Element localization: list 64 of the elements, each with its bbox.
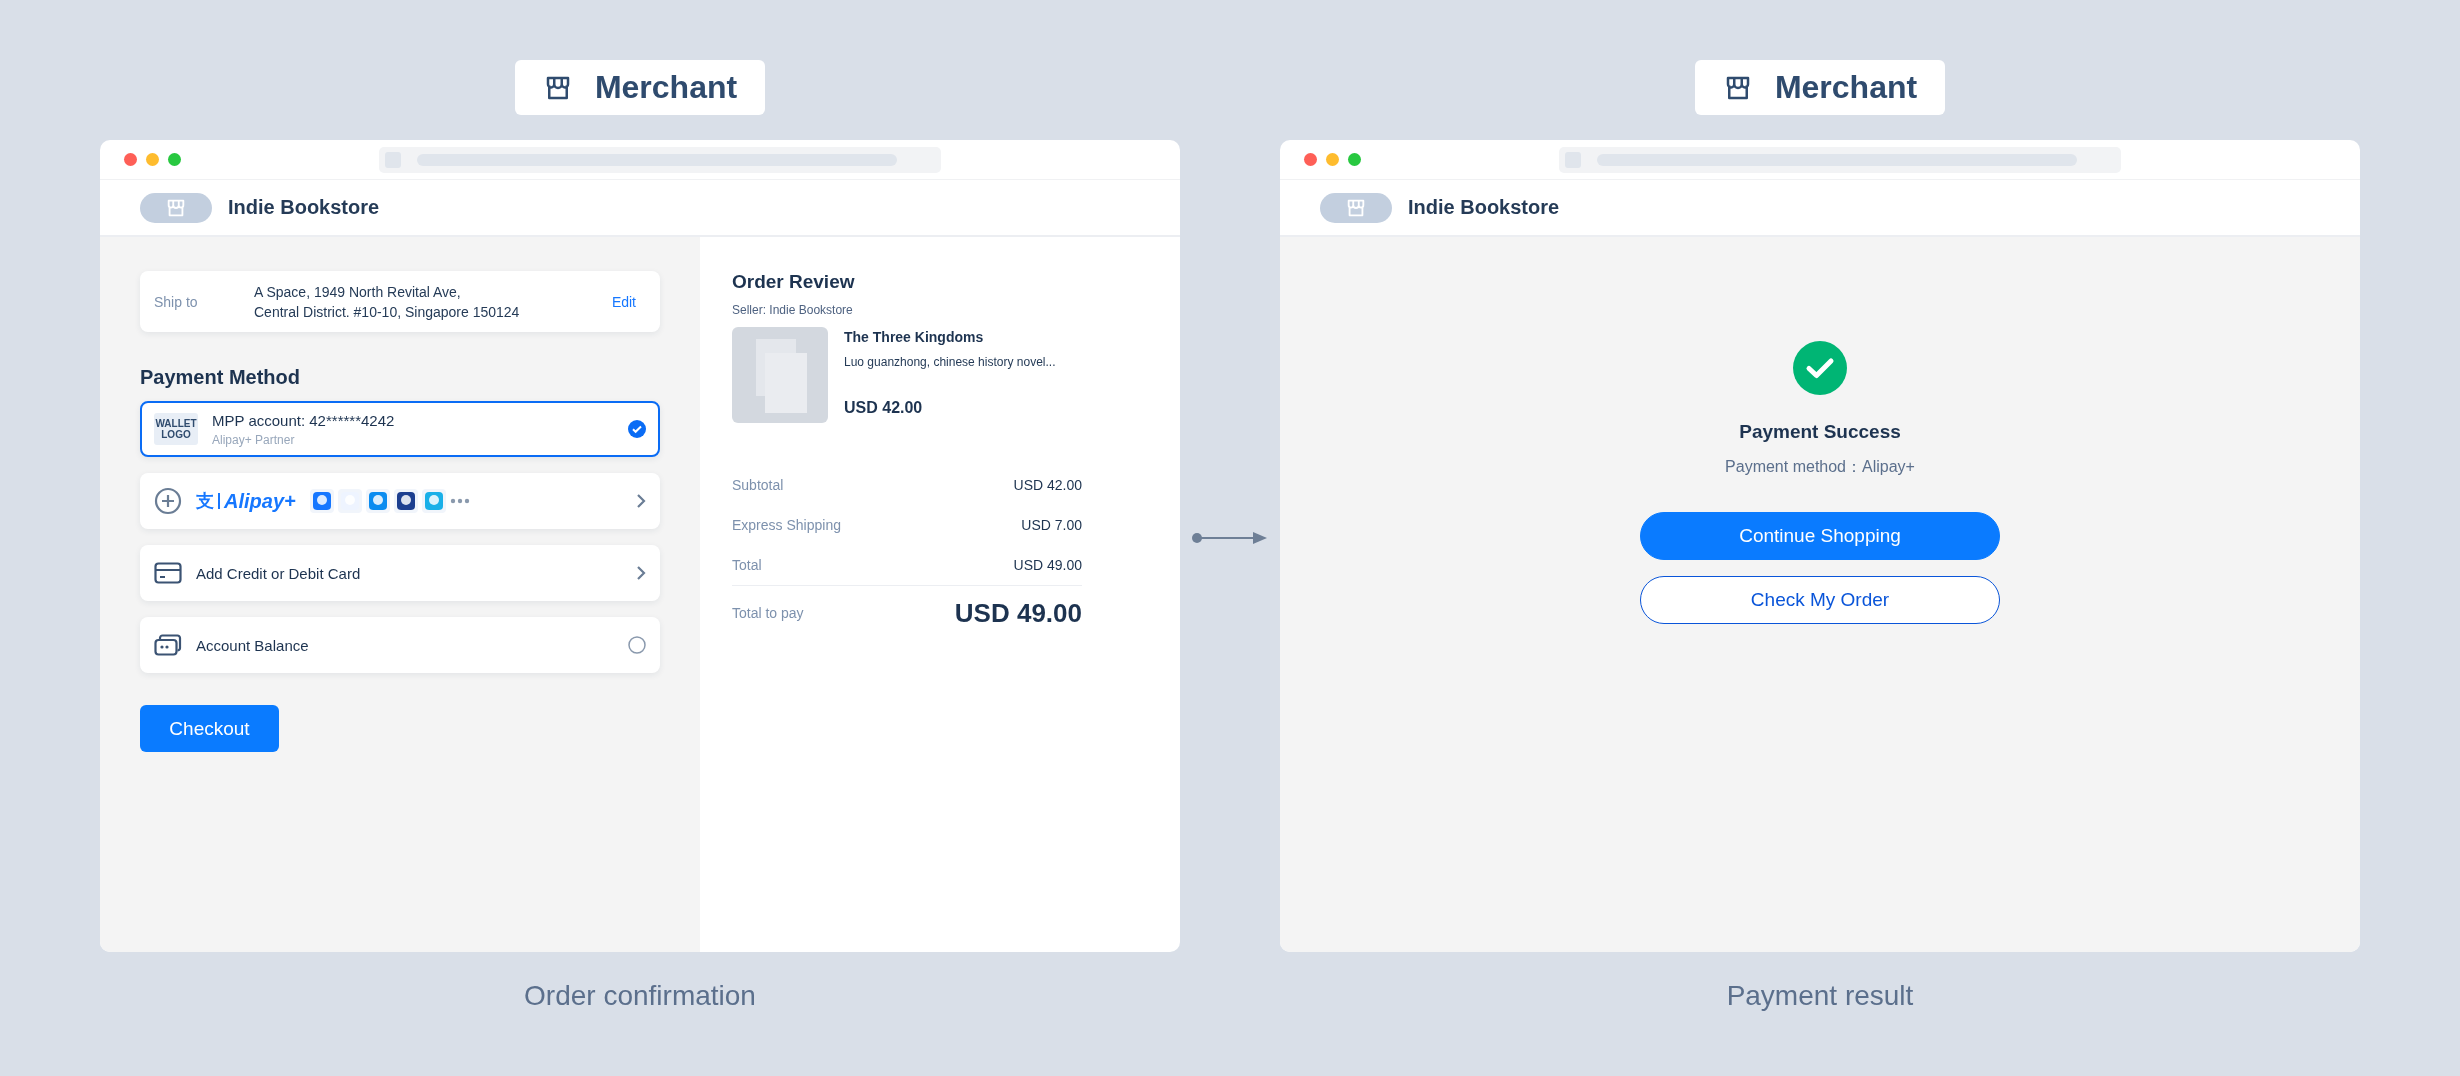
wallet-logo: WALLET LOGO [154, 413, 198, 445]
summary-amount: USD 42.00 [1013, 477, 1082, 493]
close-dot[interactable] [124, 153, 137, 166]
store-logo [1320, 192, 1392, 223]
zoom-dot[interactable] [1348, 153, 1361, 166]
chevron-right-icon [636, 565, 646, 581]
order-button[interactable]: Check My Order [1640, 576, 2000, 624]
store-name: Indie Bookstore [1408, 196, 1560, 219]
continue-button[interactable]: Continue Shopping [1640, 512, 2000, 560]
radio-button[interactable] [628, 636, 646, 654]
logo-divider [218, 493, 220, 509]
product-price: USD 42.00 [844, 399, 924, 417]
summary-label: Total to pay [732, 605, 804, 621]
wallet-icon [154, 634, 182, 656]
store-logo [140, 192, 212, 223]
more-icon [449, 498, 470, 504]
zoom-dot[interactable] [168, 153, 181, 166]
option-label: Add Credit or Debit Card [196, 564, 361, 582]
address-line: A Space, 1949 North Revital Ave, [254, 282, 462, 302]
section-heading: Order Review [732, 271, 856, 293]
summary-label: Express Shipping [732, 517, 841, 533]
payment-option[interactable]: Account Balance [140, 617, 660, 673]
payment-method-label: Payment method：Alipay+ [1725, 457, 1915, 477]
option-label: Account Balance [196, 636, 309, 654]
result-title: Payment Success [1739, 421, 1901, 443]
wallet-app-icon [393, 489, 418, 513]
address-bar[interactable] [1559, 146, 2121, 173]
screen-caption: Order confirmation [524, 980, 756, 1012]
summary-label: Subtotal [732, 477, 784, 493]
ship-to-label: Ship to [154, 293, 199, 310]
wallet-app-icon [309, 489, 334, 513]
alipay-mark: 支 [196, 490, 214, 513]
seller-label: Seller: Indie Bookstore [732, 303, 854, 317]
account-number: MPP account: 42******4242 [212, 411, 395, 429]
payment-option[interactable]: WALLET LOGO MPP account: 42******4242 Alipay+ Partner [140, 401, 660, 457]
product-description: Luo guanzhong, chinese history novel... [844, 355, 1056, 369]
payment-option[interactable]: Add Credit or Debit Card [140, 545, 660, 601]
wallet-app-icon [365, 489, 390, 513]
selected-check-icon[interactable] [628, 420, 646, 438]
edit-link[interactable]: Edit [601, 293, 646, 310]
checkout-button[interactable]: Checkout [140, 705, 279, 752]
merchant-badge: Merchant [514, 60, 766, 115]
merchant-badge: Merchant [1694, 60, 1946, 115]
screen-caption: Payment result [1726, 980, 1914, 1012]
store-name: Indie Bookstore [228, 196, 380, 219]
partner-label: Alipay+ Partner [212, 432, 296, 447]
summary-amount: USD 7.00 [1021, 517, 1082, 533]
product-name: The Three Kingdoms [844, 329, 985, 345]
total-amount: USD 49.00 [954, 597, 1082, 629]
section-heading: Payment Method [140, 366, 302, 389]
summary-label: Total [732, 557, 762, 573]
minimize-dot[interactable] [146, 153, 159, 166]
chevron-right-icon [636, 493, 646, 509]
address-bar[interactable] [379, 146, 941, 173]
close-dot[interactable] [1304, 153, 1317, 166]
address-line: Central District. #10-10, Singapore 150124 [254, 302, 521, 322]
summary-amount: USD 49.00 [1013, 557, 1082, 573]
alipay-wordmark: Alipay+ [224, 489, 296, 513]
credit-card-icon [154, 562, 182, 584]
minimize-dot[interactable] [1326, 153, 1339, 166]
payment-option[interactable]: 支 Alipay+ [140, 473, 660, 529]
add-circle-icon [154, 487, 182, 515]
wallet-app-icon [421, 489, 446, 513]
success-check-icon [1793, 341, 1847, 395]
